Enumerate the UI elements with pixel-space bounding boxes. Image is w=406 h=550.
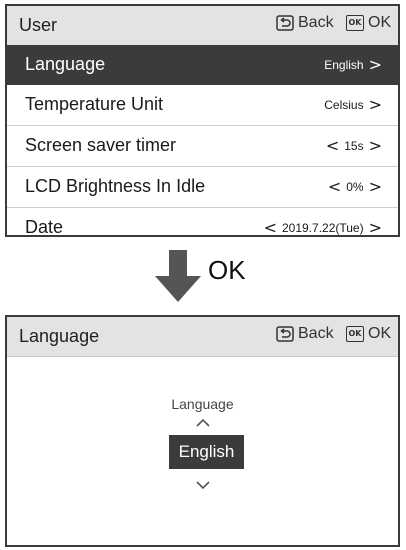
screen-title: User bbox=[19, 15, 58, 35]
menu-item-value: < 0% > bbox=[328, 179, 382, 195]
down-arrow-icon bbox=[155, 250, 201, 307]
menu-item-label: Language bbox=[25, 54, 106, 74]
ok-button[interactable]: OK OK bbox=[346, 325, 391, 343]
menu-item-value: Celsius > bbox=[324, 97, 382, 113]
chevron-right-icon[interactable]: > bbox=[369, 97, 382, 113]
ok-button[interactable]: OK OK bbox=[346, 14, 391, 32]
menu-item-current-value: English bbox=[324, 58, 364, 72]
picker-selected-value: English bbox=[178, 442, 235, 461]
transition-label: OK bbox=[208, 255, 246, 285]
ok-icon: OK bbox=[346, 15, 364, 31]
menu-item-date[interactable]: Date < 2019.7.22(Tue) > bbox=[7, 208, 398, 237]
ok-icon: OK bbox=[346, 326, 364, 342]
back-icon bbox=[276, 326, 294, 342]
language-option-selected[interactable]: English bbox=[169, 435, 244, 469]
chevron-right-icon[interactable]: > bbox=[369, 138, 382, 154]
screen-title: Language bbox=[19, 326, 100, 346]
chevron-left-icon[interactable]: < bbox=[326, 138, 339, 154]
menu-item-current-value: Celsius bbox=[324, 98, 364, 112]
chevron-right-icon[interactable]: > bbox=[369, 57, 382, 73]
back-label: Back bbox=[298, 14, 334, 31]
screen-header: Language Back OK OK bbox=[7, 317, 398, 357]
menu-item-current-value: 2019.7.22(Tue) bbox=[281, 221, 364, 235]
menu-item-label: Temperature Unit bbox=[25, 94, 164, 114]
ok-label: OK bbox=[368, 325, 392, 342]
chevron-up-icon[interactable] bbox=[195, 413, 211, 432]
back-button[interactable]: Back bbox=[276, 325, 334, 343]
chevron-right-icon[interactable]: > bbox=[369, 220, 382, 236]
menu-item-temperature-unit[interactable]: Temperature Unit Celsius > bbox=[7, 85, 398, 126]
menu-item-language[interactable]: Language English > bbox=[7, 45, 398, 85]
menu-item-label: LCD Brightness In Idle bbox=[25, 176, 206, 196]
menu-item-current-value: 15s bbox=[344, 139, 364, 153]
user-settings-screen: User Back OK OK Language English > Tempe… bbox=[5, 4, 400, 237]
language-picker-screen: Language Back OK OK Language English bbox=[5, 315, 400, 547]
back-button[interactable]: Back bbox=[276, 14, 334, 32]
picker-label: Language bbox=[171, 396, 234, 412]
screen-header: User Back OK OK bbox=[7, 6, 398, 46]
menu-item-label: Screen saver timer bbox=[25, 135, 177, 155]
menu-item-screen-saver-timer[interactable]: Screen saver timer < 15s > bbox=[7, 126, 398, 167]
menu-item-value: < 2019.7.22(Tue) > bbox=[264, 220, 382, 236]
menu-item-lcd-brightness[interactable]: LCD Brightness In Idle < 0% > bbox=[7, 167, 398, 208]
ok-label: OK bbox=[368, 14, 392, 31]
back-icon bbox=[276, 15, 294, 31]
chevron-left-icon[interactable]: < bbox=[328, 179, 341, 195]
menu-item-value: English > bbox=[324, 57, 382, 73]
chevron-right-icon[interactable]: > bbox=[369, 179, 382, 195]
menu-item-value: < 15s > bbox=[326, 138, 382, 154]
chevron-left-icon[interactable]: < bbox=[264, 220, 277, 236]
menu-item-label: Date bbox=[25, 217, 64, 237]
back-label: Back bbox=[298, 325, 334, 342]
menu-item-current-value: 0% bbox=[346, 180, 364, 194]
chevron-down-icon[interactable] bbox=[195, 475, 211, 494]
